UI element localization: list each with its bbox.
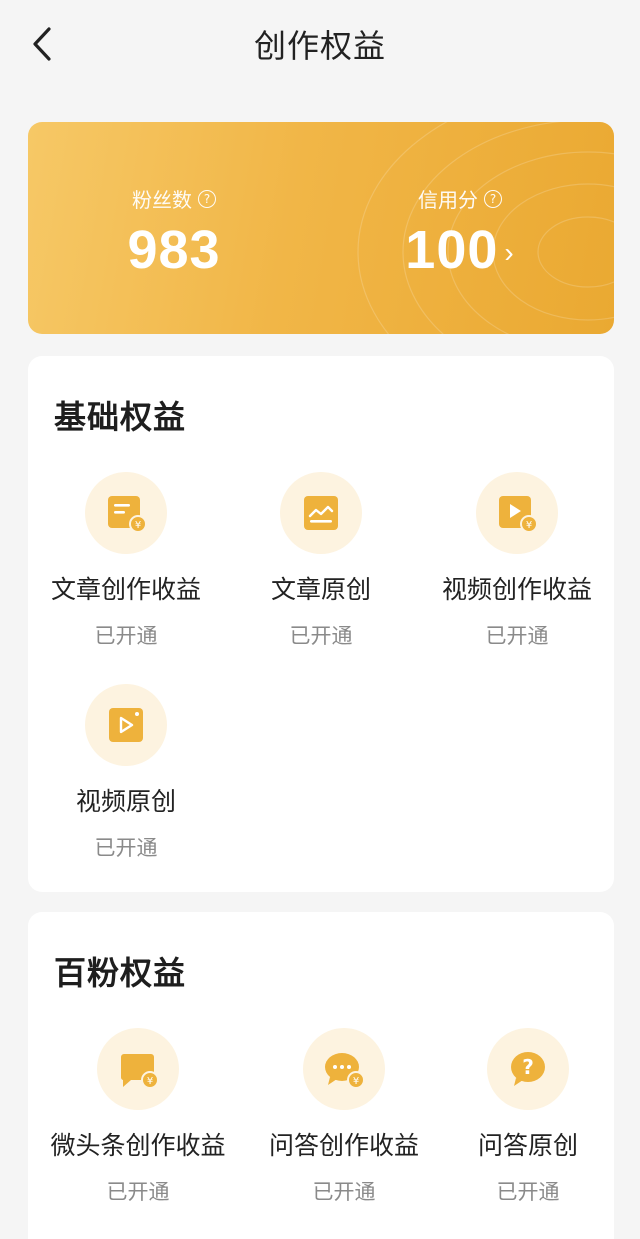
fans-count: 983	[127, 220, 221, 280]
article-income-icon: ¥	[108, 496, 147, 533]
benefit-label: 问答原创	[477, 1131, 578, 1160]
benefit-status: 已开通	[289, 624, 353, 648]
top-nav-bar: 创作权益	[0, 0, 640, 88]
benefit-status: 已开通	[312, 1180, 376, 1204]
benefit-qa-income[interactable]: ¥ 问答创作收益 已开通	[246, 1028, 442, 1206]
benefit-label: 文章原创	[270, 575, 371, 604]
credit-label: 信用分	[418, 188, 478, 212]
article-original-icon	[304, 496, 338, 530]
benefit-status: 已开通	[94, 624, 158, 648]
credit-help-icon[interactable]: ?	[484, 189, 502, 208]
hundred-fans-benefits-card: 百粉权益 ¥ 微头条创作收益 已开通 ¥ 问答创作收益 已开通 ? 问答原创 已…	[28, 912, 614, 1239]
benefit-video-income[interactable]: ¥ 视频创作收益 已开通	[419, 472, 615, 650]
benefit-label: 微头条创作收益	[50, 1131, 226, 1160]
qa-original-icon: ?	[511, 1052, 545, 1086]
section-title-basic: 基础权益	[54, 398, 187, 436]
chevron-right-icon[interactable]: ›	[504, 237, 514, 268]
benefit-label: 文章创作收益	[50, 575, 201, 604]
credit-score: 100	[405, 220, 499, 280]
fans-label: 粉丝数	[132, 188, 192, 212]
benefit-video-original[interactable]: 视频原创 已开通	[28, 684, 224, 862]
svg-text:¥: ¥	[147, 1076, 153, 1087]
fans-help-icon[interactable]: ?	[198, 189, 216, 208]
benefit-status: 已开通	[485, 624, 549, 648]
qa-income-icon: ¥	[325, 1053, 365, 1089]
video-income-icon: ¥	[499, 496, 538, 533]
video-original-icon	[109, 708, 143, 742]
svg-text:?: ?	[522, 1055, 534, 1079]
benefit-qa-original[interactable]: ? 问答原创 已开通	[430, 1028, 626, 1206]
stats-banner: 粉丝数 ? 983 信用分 ? 100 ›	[28, 122, 614, 334]
svg-text:¥: ¥	[526, 520, 532, 531]
benefit-status: 已开通	[496, 1180, 560, 1204]
chevron-left-icon	[33, 27, 51, 61]
credit-stat[interactable]: 信用分 ? 100 ›	[360, 184, 560, 281]
micro-post-income-icon: ¥	[120, 1054, 159, 1089]
benefit-label: 视频创作收益	[441, 575, 592, 604]
svg-text:¥: ¥	[353, 1076, 359, 1087]
benefit-article-income[interactable]: ¥ 文章创作收益 已开通	[28, 472, 224, 650]
page-title: 创作权益	[253, 27, 386, 65]
svg-text:¥: ¥	[135, 520, 141, 531]
fans-stat: 粉丝数 ? 983	[74, 184, 274, 281]
benefit-label: 视频原创	[75, 787, 176, 816]
section-title-hundred: 百粉权益	[54, 954, 187, 992]
benefit-label: 问答创作收益	[268, 1131, 419, 1160]
benefit-status: 已开通	[106, 1180, 170, 1204]
basic-benefits-card: 基础权益 ¥ 文章创作收益 已开通 文章原创 已开通 ¥ 视频创作收益 已开通 …	[28, 356, 614, 892]
benefit-status: 已开通	[94, 836, 158, 860]
benefit-article-original[interactable]: 文章原创 已开通	[223, 472, 419, 650]
back-button[interactable]	[22, 22, 62, 66]
benefit-micro-post-income[interactable]: ¥ 微头条创作收益 已开通	[40, 1028, 236, 1206]
